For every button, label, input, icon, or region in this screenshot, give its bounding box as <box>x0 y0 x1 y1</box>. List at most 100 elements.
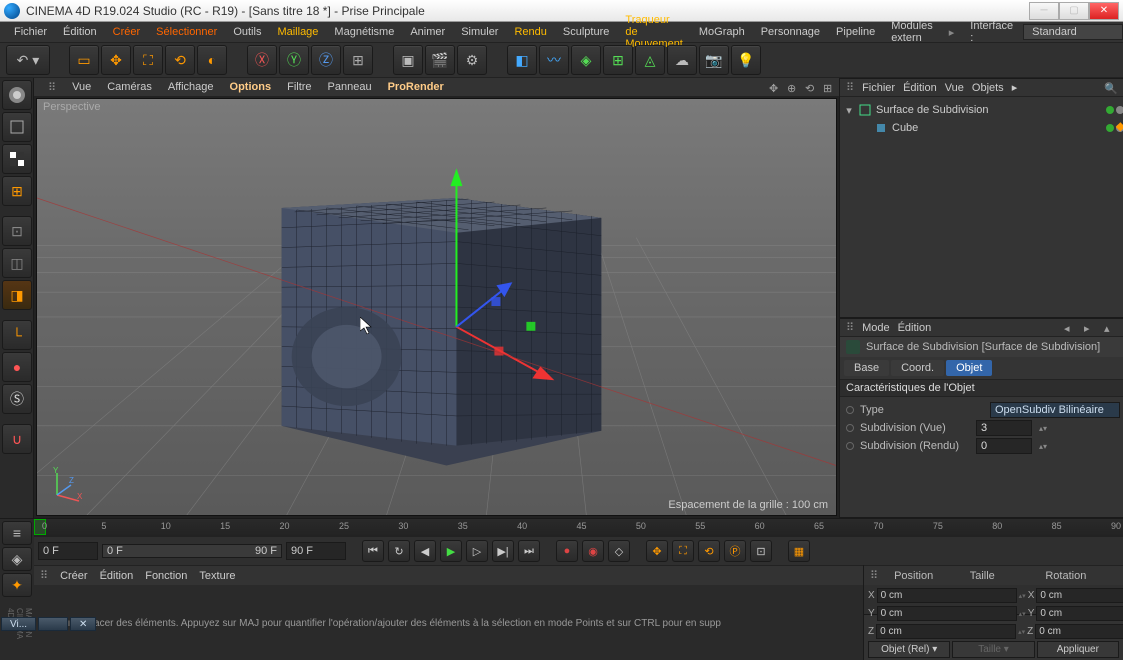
objmenu-objets[interactable]: Objets <box>972 82 1004 94</box>
pla-button[interactable]: ⊡ <box>750 540 772 562</box>
menu-maillage[interactable]: Maillage <box>271 24 324 40</box>
matmenu-créer[interactable]: Créer <box>60 570 88 582</box>
workplane-button[interactable]: ⊞ <box>2 176 32 206</box>
undo-button[interactable]: ↶ ▾ <box>6 45 50 75</box>
render-pv-button[interactable]: 🎬 <box>425 45 455 75</box>
make-editable-button[interactable] <box>2 80 32 110</box>
menu-animer[interactable]: Animer <box>404 24 451 40</box>
taskbar-item[interactable] <box>38 617 68 631</box>
vpmenu-grip-icon[interactable]: ⠿ <box>42 79 62 96</box>
layer-button[interactable]: ≡ <box>2 521 32 545</box>
objmenu-édition[interactable]: Édition <box>903 82 937 94</box>
vp-rotate-icon[interactable]: ⟲ <box>799 80 813 94</box>
last-tool[interactable]: ◐ <box>197 45 227 75</box>
range-slider[interactable]: 0 F90 F <box>102 544 282 558</box>
points-mode-button[interactable]: ⊡ <box>2 216 32 246</box>
anim-layer-button[interactable]: ▦ <box>788 540 810 562</box>
menu-magnétisme[interactable]: Magnétisme <box>328 24 400 40</box>
axis-button[interactable]: └ <box>2 320 32 350</box>
vp-zoom-icon[interactable]: ⊕ <box>781 80 795 94</box>
pos-input[interactable] <box>877 606 1017 621</box>
keyframe-button[interactable]: ◈ <box>2 547 32 571</box>
edges-mode-button[interactable]: ◫ <box>2 248 32 278</box>
tree-row[interactable]: Cube✓ <box>844 119 1123 137</box>
matmenu-fonction[interactable]: Fonction <box>145 570 187 582</box>
menu-sculpture[interactable]: Sculpture <box>557 24 615 40</box>
vp-layout-icon[interactable]: ⊞ <box>817 80 831 94</box>
menu-rendu[interactable]: Rendu <box>508 24 552 40</box>
obj-search-icon[interactable]: 🔍 <box>1104 82 1116 94</box>
timeline-ruler[interactable]: 051015202530354045505560657075808590 <box>34 519 1123 537</box>
close-button[interactable]: ✕ <box>1089 2 1119 20</box>
menu-créer[interactable]: Créer <box>107 24 147 40</box>
vpmenu-options[interactable]: Options <box>224 79 278 95</box>
camera-button[interactable]: 📷 <box>699 45 729 75</box>
taskbar-close[interactable]: ✕ <box>70 617 96 631</box>
vp-pan-icon[interactable]: ✥ <box>763 80 777 94</box>
motion-button[interactable]: ✦ <box>2 573 32 597</box>
prev-key-button[interactable]: ◀ <box>414 540 436 562</box>
object-tree[interactable]: ▾Surface de Subdivision✓Cube✓◆⊞ <box>840 97 1123 317</box>
model-mode-button[interactable] <box>2 112 32 142</box>
pos-key-button[interactable]: ✥ <box>646 540 668 562</box>
tag-icon[interactable]: ◆ <box>1116 119 1123 133</box>
vpmenu-prorender[interactable]: ProRender <box>382 79 450 95</box>
z-axis-button[interactable]: Ⓩ <box>311 45 341 75</box>
menu-pipeline[interactable]: Pipeline <box>830 24 881 40</box>
apply-button[interactable]: Appliquer <box>1037 641 1119 658</box>
menu-outils[interactable]: Outils <box>227 24 267 40</box>
spline-button[interactable]: 〰 <box>539 45 569 75</box>
maximize-button[interactable]: ▢ <box>1059 2 1089 20</box>
subd-button[interactable]: ◈ <box>571 45 601 75</box>
polys-mode-button[interactable]: ◨ <box>2 280 32 310</box>
record-button[interactable]: ● <box>556 540 578 562</box>
menu-modules extern[interactable]: Modules extern <box>885 18 939 46</box>
next-key-button[interactable]: ▷ <box>466 540 488 562</box>
attr-input[interactable] <box>976 420 1032 436</box>
matmenu-texture[interactable]: Texture <box>199 570 235 582</box>
deformer-button[interactable]: ◬ <box>635 45 665 75</box>
objmenu-fichier[interactable]: Fichier <box>862 82 895 94</box>
render-view-button[interactable]: ▣ <box>393 45 423 75</box>
y-axis-button[interactable]: Ⓨ <box>279 45 309 75</box>
rotate-tool[interactable]: ⟲ <box>165 45 195 75</box>
attr-next-icon[interactable]: ▸ <box>1084 322 1096 334</box>
menu-mograph[interactable]: MoGraph <box>693 24 751 40</box>
array-button[interactable]: ⊞ <box>603 45 633 75</box>
size-input[interactable] <box>1036 606 1123 621</box>
menu-édition[interactable]: Édition <box>57 24 103 40</box>
end-frame-input[interactable] <box>286 542 346 560</box>
autokey-button[interactable]: ◉ <box>582 540 604 562</box>
keysel-button[interactable]: ◇ <box>608 540 630 562</box>
attrmenu-édition[interactable]: Édition <box>898 322 932 334</box>
render-settings-button[interactable]: ⚙ <box>457 45 487 75</box>
tab-objet[interactable]: Objet <box>946 360 992 376</box>
world-axis-button[interactable]: ⊞ <box>343 45 373 75</box>
tab-base[interactable]: Base <box>844 360 889 376</box>
size-input[interactable] <box>1036 588 1123 603</box>
coord-mode-select[interactable]: Objet (Rel) ▾ <box>868 641 950 658</box>
objmenu-vue[interactable]: Vue <box>945 82 964 94</box>
param-key-button[interactable]: Ⓟ <box>724 540 746 562</box>
scale-tool[interactable]: ⛶ <box>133 45 163 75</box>
matmenu-édition[interactable]: Édition <box>100 570 134 582</box>
attr-input[interactable] <box>976 438 1032 454</box>
menu-simuler[interactable]: Simuler <box>455 24 504 40</box>
tree-row[interactable]: ▾Surface de Subdivision✓ <box>844 101 1123 119</box>
attr-up-icon[interactable]: ▴ <box>1104 322 1116 334</box>
vpmenu-caméras[interactable]: Caméras <box>101 79 158 95</box>
attr-prev-icon[interactable]: ◂ <box>1064 322 1076 334</box>
scale-key-button[interactable]: ⛶ <box>672 540 694 562</box>
current-frame-input[interactable] <box>38 542 98 560</box>
menu-sélectionner[interactable]: Sélectionner <box>150 24 223 40</box>
minimize-button[interactable]: ─ <box>1029 2 1059 20</box>
vpmenu-affichage[interactable]: Affichage <box>162 79 220 95</box>
menu-overflow-icon[interactable]: ▸ <box>943 24 961 41</box>
goto-start-button[interactable]: ⏮ <box>362 540 384 562</box>
magnet-button[interactable]: ∪ <box>2 424 32 454</box>
environment-button[interactable]: ☁ <box>667 45 697 75</box>
texture-mode-button[interactable] <box>2 144 32 174</box>
menu-personnage[interactable]: Personnage <box>755 24 826 40</box>
play-button[interactable]: ▶ <box>440 540 462 562</box>
attrmenu-mode[interactable]: Mode <box>862 322 890 334</box>
